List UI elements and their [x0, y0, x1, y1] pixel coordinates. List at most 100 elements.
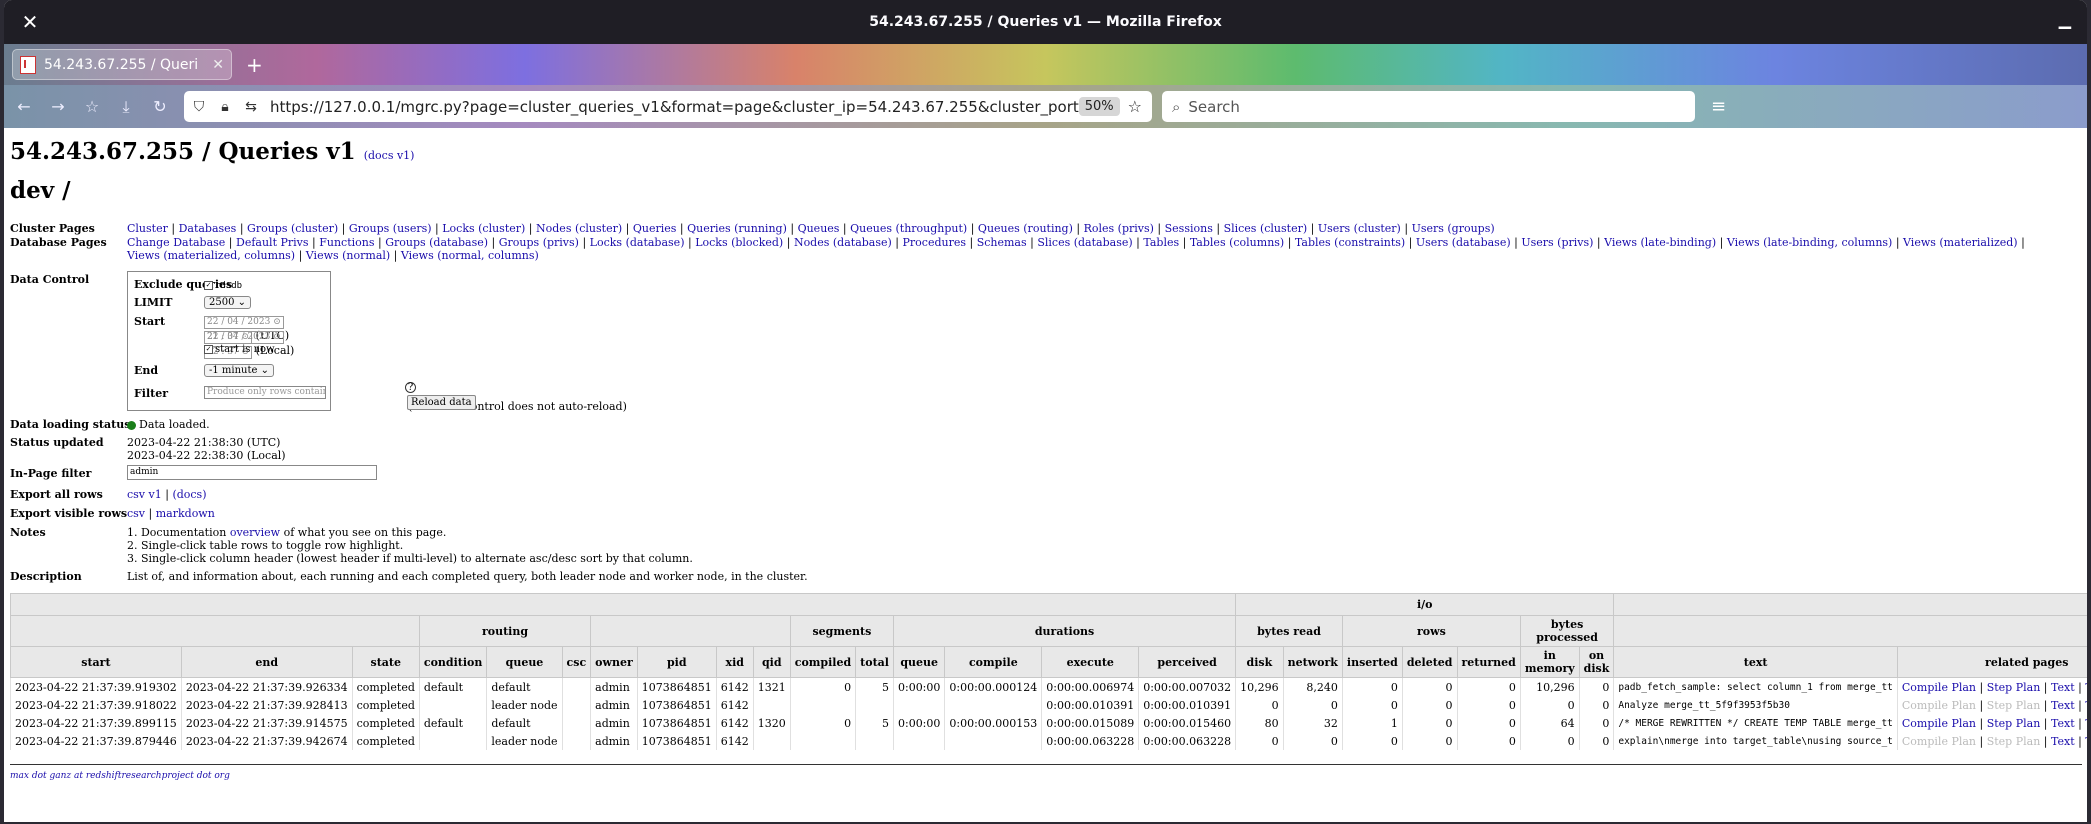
col-header-compiled[interactable]: compiled: [789, 646, 857, 678]
col-header-total[interactable]: total: [855, 646, 894, 678]
related-link-text[interactable]: Text: [2051, 681, 2075, 694]
exclude-checkbox[interactable]: ✓: [204, 280, 213, 290]
reload-data-button[interactable]: Reload data: [407, 395, 476, 410]
col-header-inserted[interactable]: inserted: [1341, 646, 1403, 678]
nav-link-queues-routing[interactable]: Queues (routing): [978, 222, 1073, 235]
bookmark-star-icon[interactable]: ☆: [1128, 97, 1142, 116]
zoom-level[interactable]: 50%: [1078, 97, 1120, 116]
nav-link-groups-database[interactable]: Groups (database): [385, 236, 488, 249]
related-link-text[interactable]: Text: [2051, 699, 2075, 712]
nav-link-groups-users[interactable]: Groups (users): [349, 222, 432, 235]
nav-link-sessions[interactable]: Sessions: [1165, 222, 1213, 235]
nav-link-views-normal-columns[interactable]: Views (normal, columns): [401, 249, 539, 262]
nav-link-queues-throughput[interactable]: Queues (throughput): [850, 222, 967, 235]
related-link-step-plan[interactable]: Step Plan: [1987, 717, 2041, 730]
col-header-perceived[interactable]: perceived: [1138, 646, 1237, 678]
export-markdown-link[interactable]: markdown: [156, 507, 215, 520]
nav-link-databases[interactable]: Databases: [179, 222, 237, 235]
col-header-disk[interactable]: disk: [1235, 646, 1284, 678]
col-header-deleted[interactable]: deleted: [1401, 646, 1458, 678]
overview-link[interactable]: overview: [230, 526, 280, 539]
related-link-step-plan[interactable]: Step Plan: [1987, 699, 2041, 712]
nav-link-roles-privs[interactable]: Roles (privs): [1084, 222, 1154, 235]
start-is-now-checkbox[interactable]: ✓: [204, 345, 213, 354]
downloads-icon[interactable]: ⤓: [112, 97, 140, 117]
col-header-text[interactable]: text: [1613, 646, 1898, 678]
url-bar[interactable]: ⛉ 🔒︎ ⇆ https://127.0.0.1/mgrc.py?page=cl…: [184, 91, 1152, 122]
related-link-text[interactable]: Text: [2051, 735, 2075, 748]
export-csv-v1-link[interactable]: csv v1: [127, 488, 162, 501]
related-link-compile-plan[interactable]: Compile Plan: [1902, 735, 1976, 748]
col-header-execute[interactable]: execute: [1041, 646, 1140, 678]
nav-link-users-privs[interactable]: Users (privs): [1521, 236, 1593, 249]
close-window-icon[interactable]: ✕: [18, 10, 42, 34]
export-docs-link[interactable]: (docs): [172, 488, 206, 501]
related-link-step-plan[interactable]: Step Plan: [1987, 681, 2041, 694]
table-row[interactable]: 2023-04-22 21:37:39.899115 2023-04-22 21:…: [10, 714, 2087, 732]
col-header-start[interactable]: start: [10, 646, 182, 678]
tab-close-icon[interactable]: ✕: [212, 57, 224, 73]
related-link-step-plan[interactable]: Step Plan: [1987, 735, 2041, 748]
menu-icon[interactable]: ≡: [1711, 96, 1726, 117]
related-link-compile-plan[interactable]: Compile Plan: [1902, 717, 1976, 730]
col-header-in-memory[interactable]: in memory: [1519, 646, 1580, 678]
exclude-rdsdb[interactable]: ✓ rdsdb: [204, 278, 242, 291]
nav-link-locks-database[interactable]: Locks (database): [590, 236, 685, 249]
nav-link-views-materialized[interactable]: Views (materialized): [1903, 236, 2018, 249]
nav-link-queries-running[interactable]: Queries (running): [687, 222, 787, 235]
col-header-network[interactable]: network: [1282, 646, 1343, 678]
start-utc-date[interactable]: 22 / 04 / 2023 ⊙: [204, 316, 284, 329]
help-icon[interactable]: ?: [405, 382, 416, 393]
nav-link-schemas[interactable]: Schemas: [977, 236, 1027, 249]
col-header-state[interactable]: state: [351, 646, 420, 678]
col-header-queue[interactable]: queue: [892, 646, 946, 678]
related-link-compile-plan[interactable]: Compile Plan: [1902, 699, 1976, 712]
nav-link-users-database[interactable]: Users (database): [1416, 236, 1511, 249]
col-header-xid[interactable]: xid: [715, 646, 754, 678]
nav-link-tables-constraints[interactable]: Tables (constraints): [1295, 236, 1405, 249]
reload-icon[interactable]: ↻: [146, 97, 174, 116]
back-icon[interactable]: ←: [10, 97, 38, 116]
forward-icon[interactable]: →: [44, 97, 72, 116]
permissions-icon[interactable]: ⇆: [240, 99, 262, 115]
new-tab-icon[interactable]: +: [246, 53, 263, 77]
nav-link-default-privs[interactable]: Default Privs: [236, 236, 309, 249]
col-header-related-pages[interactable]: related pages: [1896, 646, 2087, 678]
table-row[interactable]: 2023-04-22 21:37:39.919302 2023-04-22 21:…: [10, 677, 2087, 696]
search-bar[interactable]: ⌕ Search: [1162, 91, 1695, 122]
shield-icon[interactable]: ⛉: [188, 99, 210, 115]
lock-icon[interactable]: 🔒︎: [214, 99, 236, 115]
nav-link-views-late-binding-columns[interactable]: Views (late-binding, columns): [1727, 236, 1893, 249]
col-header-owner[interactable]: owner: [590, 646, 638, 678]
tab-active[interactable]: 54.243.67.255 / Queri ✕: [12, 49, 232, 80]
nav-link-views-materialized-columns[interactable]: Views (materialized, columns): [127, 249, 295, 262]
related-link-transaction[interactable]: Transaction: [2085, 717, 2087, 730]
col-header-returned[interactable]: returned: [1456, 646, 1521, 678]
filter-input[interactable]: Produce only rows containing any f: [204, 386, 326, 399]
nav-link-groups-privs[interactable]: Groups (privs): [499, 236, 579, 249]
search-input[interactable]: Search: [1188, 98, 1240, 116]
nav-link-slices-cluster[interactable]: Slices (cluster): [1224, 222, 1308, 235]
nav-link-locks-cluster[interactable]: Locks (cluster): [442, 222, 525, 235]
nav-link-users-cluster[interactable]: Users (cluster): [1318, 222, 1401, 235]
nav-link-procedures[interactable]: Procedures: [903, 236, 967, 249]
nav-link-tables[interactable]: Tables: [1143, 236, 1179, 249]
minimize-icon[interactable]: ▁: [2059, 10, 2071, 29]
export-visible-csv-link[interactable]: csv: [127, 507, 145, 520]
col-header-csc[interactable]: csc: [561, 646, 592, 678]
col-header-qid[interactable]: qid: [752, 646, 791, 678]
limit-select[interactable]: 2500 ⌄: [204, 296, 252, 309]
inpage-filter-input[interactable]: admin: [127, 465, 377, 480]
nav-link-nodes-cluster[interactable]: Nodes (cluster): [536, 222, 622, 235]
docs-link[interactable]: (docs v1): [364, 149, 415, 162]
col-header-pid[interactable]: pid: [636, 646, 717, 678]
col-header-on-disk[interactable]: on disk: [1578, 646, 1615, 678]
nav-link-views-normal[interactable]: Views (normal): [306, 249, 390, 262]
nav-link-change-database[interactable]: Change Database: [127, 236, 225, 249]
related-link-compile-plan[interactable]: Compile Plan: [1902, 681, 1976, 694]
nav-link-slices-database[interactable]: Slices (database): [1037, 236, 1132, 249]
nav-link-functions[interactable]: Functions: [319, 236, 374, 249]
related-link-text[interactable]: Text: [2051, 717, 2075, 730]
nav-link-groups-cluster[interactable]: Groups (cluster): [247, 222, 338, 235]
nav-link-locks-blocked[interactable]: Locks (blocked): [695, 236, 783, 249]
